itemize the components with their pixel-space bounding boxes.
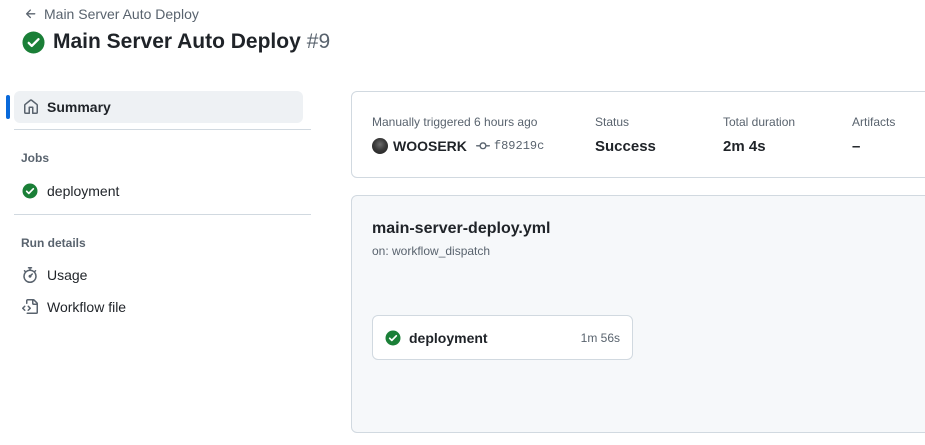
job-deployment[interactable]: deployment 1m 56s (372, 315, 633, 360)
sidebar-item-deployment[interactable]: deployment (22, 183, 119, 199)
status-value: Success (595, 138, 656, 155)
commit-link[interactable]: f89219c (475, 139, 545, 153)
sidebar-item-usage[interactable]: Usage (22, 267, 87, 283)
workflow-graph-card: main-server-deploy.yml on: workflow_disp… (351, 195, 925, 433)
check-circle-fill-icon (22, 183, 38, 199)
workflow-title: Main Server Auto Deploy (53, 30, 301, 53)
job-name: deployment (409, 329, 488, 346)
workflow-trigger: on: workflow_dispatch (372, 244, 491, 258)
file-code-icon (22, 299, 38, 314)
commit-sha: f89219c (493, 139, 545, 153)
check-circle-fill-icon (385, 330, 401, 345)
artifacts-value: – (852, 138, 861, 155)
status-info: Status Success (595, 115, 656, 155)
duration-info: Total duration 2m 4s (723, 115, 795, 155)
sidebar-item-label: Workflow file (47, 299, 127, 315)
artifacts-label: Artifacts (852, 115, 896, 129)
sidebar-item-workflow-file[interactable]: Workflow file (22, 299, 126, 315)
status-label: Status (595, 115, 630, 129)
divider (14, 129, 311, 130)
home-icon (24, 99, 38, 114)
trigger-info: Manually triggered 6 hours ago WOOSERK f… (372, 115, 544, 154)
sidebar-item-label: Summary (47, 99, 111, 115)
git-commit-icon (475, 142, 490, 150)
back-link[interactable]: Main Server Auto Deploy (24, 6, 199, 22)
trigger-label: Manually triggered 6 hours ago (372, 115, 538, 129)
sidebar-item-label: Usage (47, 267, 88, 283)
workflow-file-name: main-server-deploy.yml (372, 220, 551, 237)
stopwatch-icon (23, 267, 37, 283)
jobs-heading: Jobs (21, 151, 50, 165)
user-link[interactable]: WOOSERK (393, 138, 467, 154)
duration-value: 2m 4s (723, 138, 766, 155)
run-info-card: Manually triggered 6 hours ago WOOSERK f… (351, 91, 925, 178)
artifacts-info: Artifacts – (852, 115, 895, 155)
active-indicator (6, 95, 10, 119)
arrow-left-icon (25, 9, 36, 19)
sidebar-item-label: deployment (47, 183, 120, 199)
check-circle-fill-icon (22, 30, 45, 54)
run-details-heading: Run details (21, 236, 86, 250)
sidebar-item-summary[interactable]: Summary (14, 91, 303, 123)
back-link-label: Main Server Auto Deploy (44, 6, 199, 22)
avatar[interactable] (372, 138, 388, 154)
duration-label: Total duration (723, 115, 796, 129)
run-number: #9 (306, 30, 331, 53)
page-title: Main Server Auto Deploy #9 (22, 30, 330, 54)
job-duration: 1m 56s (580, 330, 620, 345)
divider (14, 214, 311, 215)
